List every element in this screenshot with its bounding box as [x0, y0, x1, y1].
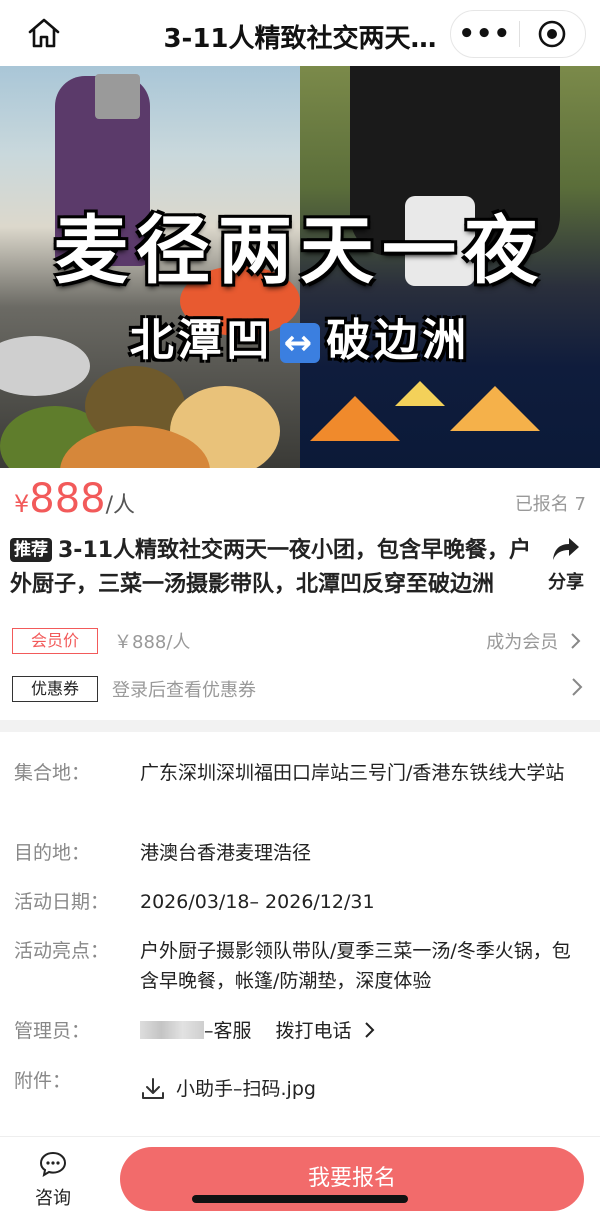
- admin-label: 管理员：: [14, 1020, 91, 1042]
- attachment-row: 附件： 小助手–扫码.jpg: [14, 1066, 590, 1106]
- admin-role: –客服: [204, 1020, 252, 1042]
- chevron-right-icon: [571, 633, 581, 649]
- price-row: ¥888/人 已报名 7: [0, 468, 600, 530]
- more-options-button[interactable]: •••: [451, 10, 519, 58]
- tent-shape: [310, 396, 400, 441]
- chevron-right-icon: [364, 1022, 374, 1038]
- price-amount: 888: [29, 476, 106, 522]
- coupon-row[interactable]: 优惠券 登录后查看优惠券: [12, 676, 588, 708]
- activity-cover-image: 麦径两天一夜 北潭凹 ↔ 破边洲: [0, 66, 600, 468]
- chevron-right-icon[interactable]: [570, 676, 584, 702]
- blurred-face: [95, 74, 140, 119]
- page-title: 3-11人精致社交两天…: [163, 24, 437, 54]
- top-navbar: 3-11人精致社交两天… •••: [0, 0, 600, 66]
- admin-row: 管理员： –客服 拨打电话: [14, 1016, 590, 1046]
- bottom-bar-divider: [0, 1136, 600, 1137]
- share-button[interactable]: 分享: [546, 536, 586, 594]
- member-price-row[interactable]: 会员价 ￥888/人 成为会员: [12, 626, 588, 658]
- cover-headline: 麦径两天一夜: [54, 208, 546, 294]
- coupon-badge: 优惠券: [12, 676, 98, 702]
- two-way-arrow-icon: ↔: [279, 323, 321, 363]
- cover-route-start: 北潭凹: [129, 315, 274, 366]
- consult-button[interactable]: 咨询: [20, 1150, 86, 1210]
- activity-date-label: 活动日期：: [14, 891, 110, 913]
- attachment-label: 附件：: [14, 1070, 72, 1092]
- become-member-label: 成为会员: [486, 632, 559, 653]
- destination-value: 港澳台香港麦理浩径: [140, 842, 312, 864]
- activity-date-value: 2026/03/18– 2026/12/31: [140, 891, 375, 913]
- activity-price: ¥888/人: [14, 476, 135, 522]
- call-phone-label: 拨打电话: [275, 1020, 352, 1042]
- become-member-link[interactable]: 成为会员: [486, 628, 582, 654]
- attachment-filename: 小助手–扫码.jpg: [176, 1078, 316, 1100]
- consult-label: 咨询: [35, 1188, 71, 1209]
- target-circle-icon: [538, 20, 566, 48]
- share-arrow-icon: [553, 538, 579, 560]
- home-indicator: [192, 1195, 408, 1203]
- meeting-point-label: 集合地：: [14, 762, 91, 784]
- attachment-file[interactable]: 小助手–扫码.jpg: [140, 1074, 580, 1110]
- cover-route-end: 破边洲: [326, 315, 471, 366]
- member-price-badge: 会员价: [12, 628, 98, 654]
- share-label: 分享: [548, 572, 584, 593]
- activity-title-text: 3-11人精致社交两天一夜小团，包含早晚餐，户外厨子，三菜一汤摄影带队，北潭凹反…: [10, 538, 532, 597]
- section-divider: [0, 720, 600, 732]
- destination-row: 目的地： 港澳台香港麦理浩径: [14, 838, 590, 868]
- highlights-label: 活动亮点：: [14, 940, 110, 962]
- currency-symbol: ¥: [14, 490, 30, 518]
- meeting-point-row: 集合地： 广东深圳深圳福田口岸站三号门/香港东铁线大学站: [14, 758, 590, 818]
- activity-title: 推荐 3-11人精致社交两天一夜小团，包含早晚餐，户外厨子，三菜一汤摄影带队，北潭…: [10, 534, 540, 602]
- call-phone-link[interactable]: 拨打电话: [276, 1020, 376, 1042]
- home-icon[interactable]: [24, 14, 64, 52]
- close-mini-program-button[interactable]: [520, 10, 586, 58]
- blurred-admin-name: [140, 1021, 204, 1039]
- tent-shape: [450, 386, 540, 431]
- highlights-value: 户外厨子摄影领队带队/夏季三菜一汤/冬季火锅，包含早晚餐，帐篷/防潮垫，深度体验: [140, 940, 571, 992]
- signup-count: 已报名 7: [514, 494, 586, 515]
- coupon-hint: 登录后查看优惠券: [112, 680, 256, 701]
- highlights-row: 活动亮点： 户外厨子摄影领队带队/夏季三菜一汤/冬季火锅，包含早晚餐，帐篷/防潮…: [14, 936, 590, 996]
- price-unit: /人: [105, 493, 136, 518]
- download-icon: [142, 1078, 164, 1099]
- admin-value: –客服 拨打电话: [140, 1016, 580, 1046]
- cover-subheadline: 北潭凹 ↔ 破边洲: [0, 304, 600, 368]
- recommend-badge: 推荐: [10, 538, 52, 562]
- activity-date-row: 活动日期： 2026/03/18– 2026/12/31: [14, 887, 590, 917]
- tent-shape: [395, 381, 445, 406]
- chat-bubble-icon: [39, 1151, 67, 1178]
- mini-program-capsule: •••: [450, 10, 586, 58]
- member-price-value: ￥888/人: [114, 632, 191, 653]
- meeting-point-value: 广东深圳深圳福田口岸站三号门/香港东铁线大学站: [140, 762, 565, 784]
- destination-label: 目的地：: [14, 842, 91, 864]
